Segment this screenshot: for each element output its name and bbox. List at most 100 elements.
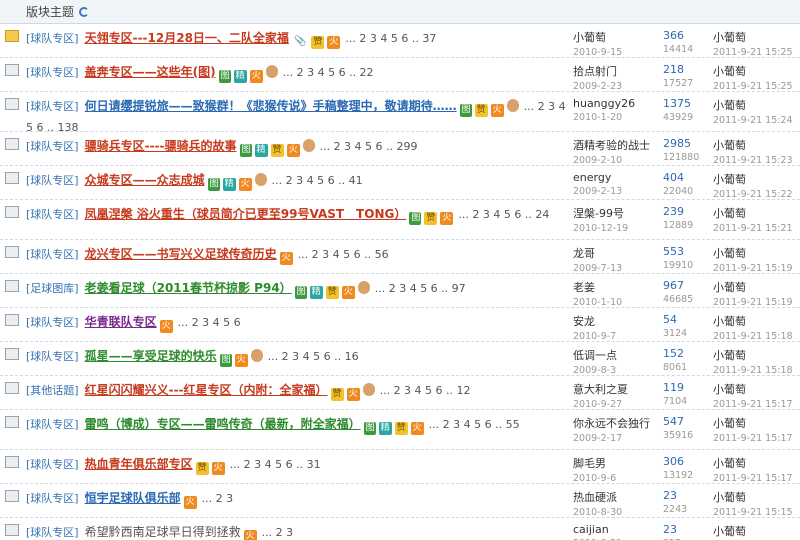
thread-author[interactable]: 脚毛男 2010-9-6 <box>573 455 616 484</box>
last-post-date[interactable]: 2011-9-21 15:17 <box>713 433 793 444</box>
last-post-date[interactable]: 2011-9-21 15:15 <box>713 507 793 518</box>
thread-title-link[interactable]: 希望黔西南足球早日得到拯救 <box>85 525 241 539</box>
thread-pagination[interactable]: ... 2 3 4 5 6 .. 56 <box>298 248 389 261</box>
thread-category-link[interactable]: [球队专区] <box>26 492 79 505</box>
thread-pagination[interactable]: ... 2 3 4 5 6 .. 12 <box>380 384 471 397</box>
thread-author[interactable]: energy 2009-2-13 <box>573 171 622 197</box>
thread-category-link[interactable]: [球队专区] <box>26 350 79 363</box>
last-poster[interactable]: 小葡萄 2011-9-21 15:18 <box>713 313 793 342</box>
thread-author[interactable]: 意大利之夏 2010-9-27 <box>573 381 628 410</box>
last-poster[interactable]: 小葡萄 2011-9-21 15:25 <box>713 63 793 92</box>
thread-pagination[interactable]: ... 2 3 4 5 6 .. 22 <box>283 66 374 79</box>
reply-count[interactable]: 547 <box>663 415 693 428</box>
last-post-date[interactable]: 2011-9-21 15:19 <box>713 263 793 274</box>
last-poster[interactable]: 小葡萄 2011-9-21 15:17 <box>713 381 793 410</box>
thread-title-link[interactable]: 孤星——享受足球的快乐 <box>85 349 217 363</box>
thread-title-link[interactable]: 龙兴专区——书写兴义足球传奇历史 <box>85 247 277 261</box>
thread-pagination[interactable]: ... 2 3 4 5 6 .. 299 <box>320 140 418 153</box>
thread-category-link[interactable]: [球队专区] <box>26 316 79 329</box>
last-post-date[interactable]: 2011-9-21 15:19 <box>713 297 793 308</box>
thread-title-link[interactable]: 天翎专区---12月28日一、二队全家福 <box>85 31 289 45</box>
last-post-date[interactable]: 2011-9-21 15:22 <box>713 189 793 200</box>
thread-author[interactable]: 酒精考验的战士 2009-2-10 <box>573 137 650 166</box>
thread-pagination[interactable]: ... 2 3 4 5 6 .. 31 <box>230 458 321 471</box>
thread-author[interactable]: 热血硬派 2010-8-30 <box>573 489 622 518</box>
thread-title-link[interactable]: 凤凰涅槃 浴火重生（球员简介已更至99号VAST TONG） <box>85 207 407 221</box>
thread-title-link[interactable]: 热血青年俱乐部专区 <box>85 457 193 471</box>
thread-pagination[interactable]: ... 2 3 4 5 6 .. 97 <box>375 282 466 295</box>
last-post-date[interactable]: 2011-9-21 15:17 <box>713 473 793 484</box>
thread-title-link[interactable]: 华青联队专区 <box>85 315 157 329</box>
thread-category-link[interactable]: [球队专区] <box>26 208 79 221</box>
thread-category-link[interactable]: [球队专区] <box>26 174 79 187</box>
thread-pagination[interactable]: ... 2 3 <box>262 526 293 539</box>
thread-category-link[interactable]: [球队专区] <box>26 66 79 79</box>
reply-count[interactable]: 553 <box>663 245 693 258</box>
reply-count[interactable]: 218 <box>663 63 693 76</box>
last-poster[interactable]: 小葡萄 2011-9-21 15:15 <box>713 489 793 518</box>
reply-count[interactable]: 23 <box>663 489 687 502</box>
last-poster[interactable]: 小葡萄 2011-9-21 15:22 <box>713 171 793 200</box>
last-poster[interactable]: 小葡萄 2011-9-21 15:17 <box>713 455 793 484</box>
thread-category-link[interactable]: [球队专区] <box>26 248 79 261</box>
thread-category-link[interactable]: [球队专区] <box>26 140 79 153</box>
thread-author[interactable]: 龙哥 2009-7-13 <box>573 245 622 274</box>
last-poster[interactable]: 小葡萄 2011-9-21 15:24 <box>713 97 793 126</box>
last-poster[interactable]: 小葡萄 2011-9-21 15:25 <box>713 29 793 58</box>
thread-pagination[interactable]: ... 2 3 4 5 6 .. 37 <box>345 32 436 45</box>
last-poster[interactable]: 小葡萄 2011-9-21 15:17 <box>713 415 793 444</box>
thread-category-link[interactable]: [足球图库] <box>26 282 79 295</box>
thread-title-link[interactable]: 众城专区——众志成城 <box>85 173 205 187</box>
thread-title-link[interactable]: 雷鸣（博成）专区——雷鸣传奇（最新，附全家福） <box>85 417 361 431</box>
thread-category-link[interactable]: [球队专区] <box>26 100 79 113</box>
thread-author[interactable]: 低调一点 2009-8-3 <box>573 347 617 376</box>
last-poster[interactable]: 小葡萄 2011-9-21 15:18 <box>713 347 793 376</box>
thread-title-link[interactable]: 老姜看足球（2011春节杯掠影 P94） <box>85 281 292 295</box>
thread-title-link[interactable]: 红星闪闪耀兴义---红星专区（内附：全家福） <box>85 383 328 397</box>
reply-count[interactable]: 967 <box>663 279 693 292</box>
reply-count[interactable]: 366 <box>663 29 693 42</box>
thread-category-link[interactable]: [其他话题] <box>26 384 79 397</box>
thread-author[interactable]: 小葡萄 2010-9-15 <box>573 29 622 58</box>
thread-pagination[interactable]: ... 2 3 4 5 6 .. 41 <box>272 174 363 187</box>
last-poster[interactable]: 小葡萄 2011-9-21 15:23 <box>713 137 793 166</box>
thread-category-link[interactable]: [球队专区] <box>26 526 79 539</box>
last-post-date[interactable]: 2011-9-21 15:18 <box>713 365 793 376</box>
thread-pagination[interactable]: ... 2 3 4 5 6 <box>178 316 241 329</box>
thread-pagination[interactable]: ... 2 3 <box>202 492 233 505</box>
thread-pagination[interactable]: ... 2 3 4 5 6 .. 16 <box>268 350 359 363</box>
reply-count[interactable]: 23 <box>663 523 681 536</box>
thread-pagination[interactable]: ... 2 3 4 5 6 .. 24 <box>458 208 549 221</box>
reply-count[interactable]: 54 <box>663 313 687 326</box>
thread-title-link[interactable]: 恒宇足球队俱乐部 <box>85 491 181 505</box>
thread-title-link[interactable]: 盖奔专区——这些年(图) <box>85 65 216 79</box>
reply-count[interactable]: 239 <box>663 205 693 218</box>
thread-author[interactable]: 你永远不会独行 2009-2-17 <box>573 415 650 444</box>
thread-author[interactable]: 老姜 2010-1-10 <box>573 279 622 308</box>
refresh-icon[interactable] <box>79 6 90 17</box>
last-post-date[interactable]: 2011-9-21 15:25 <box>713 47 793 58</box>
thread-category-link[interactable]: [球队专区] <box>26 418 79 431</box>
reply-count[interactable]: 306 <box>663 455 693 468</box>
reply-count[interactable]: 2985 <box>663 137 699 150</box>
last-poster[interactable]: 小葡萄 2011-9-21 15:19 <box>713 245 793 274</box>
thread-pagination[interactable]: ... 2 3 4 5 6 .. 55 <box>429 418 520 431</box>
thread-category-link[interactable]: [球队专区] <box>26 32 79 45</box>
thread-author[interactable]: 涅槃-99号 2010-12-19 <box>573 205 628 234</box>
last-poster[interactable]: 小葡萄2011-9-21 15:12 <box>713 523 793 540</box>
last-post-date[interactable]: 2011-9-21 15:25 <box>713 81 793 92</box>
thread-author[interactable]: caijian2011-8-21 <box>573 523 622 540</box>
thread-author[interactable]: huanggy26 2010-1-20 <box>573 97 635 123</box>
reply-count[interactable]: 119 <box>663 381 687 394</box>
last-post-date[interactable]: 2011-9-21 15:23 <box>713 155 793 166</box>
reply-count[interactable]: 152 <box>663 347 687 360</box>
thread-title-link[interactable]: 何日请缨提锐旅——致猴群！《悲猴传说》手稿整理中，敬请期待…… <box>85 99 457 113</box>
thread-title-link[interactable]: 骠骑兵专区----骠骑兵的故事 <box>85 139 237 153</box>
last-post-date[interactable]: 2011-9-21 15:17 <box>713 399 793 410</box>
reply-count[interactable]: 1375 <box>663 97 693 110</box>
last-poster[interactable]: 小葡萄 2011-9-21 15:19 <box>713 279 793 308</box>
thread-author[interactable]: 拾点射门 2009-2-23 <box>573 63 622 92</box>
last-post-date[interactable]: 2011-9-21 15:24 <box>713 115 793 126</box>
thread-author[interactable]: 安龙 2010-9-7 <box>573 313 616 342</box>
last-post-date[interactable]: 2011-9-21 15:21 <box>713 223 793 234</box>
